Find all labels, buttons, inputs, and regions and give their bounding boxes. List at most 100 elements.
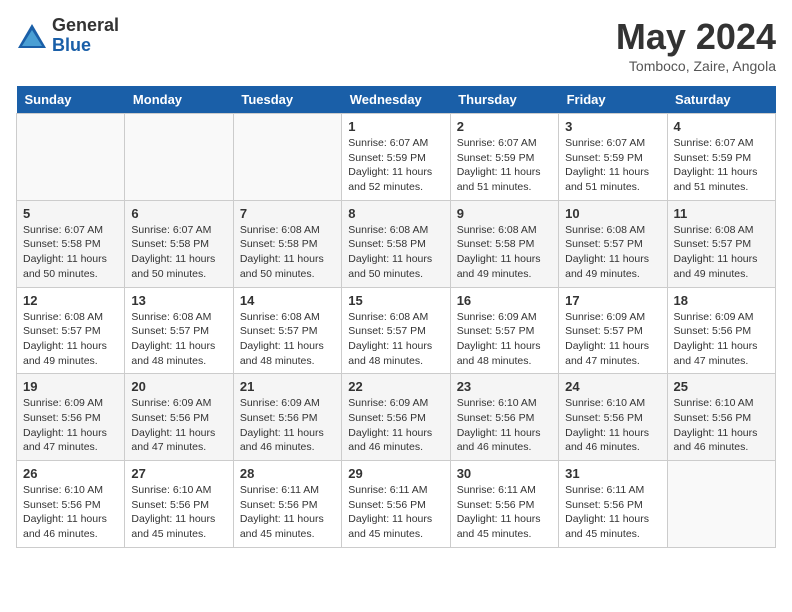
- header-thursday: Thursday: [450, 86, 558, 114]
- calendar-cell: 15 Sunrise: 6:08 AM Sunset: 5:57 PM Dayli…: [342, 287, 450, 374]
- day-number: 3: [565, 119, 660, 134]
- day-detail: Sunrise: 6:08 AM Sunset: 5:58 PM Dayligh…: [240, 223, 335, 282]
- week-row-1: 1 Sunrise: 6:07 AM Sunset: 5:59 PM Daylig…: [17, 114, 776, 201]
- header-monday: Monday: [125, 86, 233, 114]
- day-detail: Sunrise: 6:09 AM Sunset: 5:57 PM Dayligh…: [565, 310, 660, 369]
- day-number: 14: [240, 293, 335, 308]
- calendar-cell: 23 Sunrise: 6:10 AM Sunset: 5:56 PM Dayli…: [450, 374, 558, 461]
- day-detail: Sunrise: 6:10 AM Sunset: 5:56 PM Dayligh…: [674, 396, 769, 455]
- day-number: 5: [23, 206, 118, 221]
- calendar-cell: 10Sunrise: 6:08 AM Sunset: 5:57 PM Dayli…: [559, 200, 667, 287]
- day-detail: Sunrise: 6:07 AM Sunset: 5:59 PM Dayligh…: [348, 136, 443, 195]
- header-sunday: Sunday: [17, 86, 125, 114]
- calendar-cell: 29 Sunrise: 6:11 AM Sunset: 5:56 PM Dayli…: [342, 461, 450, 548]
- calendar-cell: 19Sunrise: 6:09 AM Sunset: 5:56 PM Dayli…: [17, 374, 125, 461]
- day-detail: Sunrise: 6:07 AM Sunset: 5:58 PM Dayligh…: [131, 223, 226, 282]
- day-number: 20: [131, 379, 226, 394]
- day-detail: Sunrise: 6:09 AM Sunset: 5:56 PM Dayligh…: [131, 396, 226, 455]
- week-row-4: 19Sunrise: 6:09 AM Sunset: 5:56 PM Dayli…: [17, 374, 776, 461]
- calendar-cell: 13 Sunrise: 6:08 AM Sunset: 5:57 PM Dayli…: [125, 287, 233, 374]
- day-number: 6: [131, 206, 226, 221]
- calendar-cell: 3 Sunrise: 6:07 AM Sunset: 5:59 PM Daylig…: [559, 114, 667, 201]
- day-detail: Sunrise: 6:09 AM Sunset: 5:57 PM Dayligh…: [457, 310, 552, 369]
- day-detail: Sunrise: 6:07 AM Sunset: 5:59 PM Dayligh…: [457, 136, 552, 195]
- day-number: 28: [240, 466, 335, 481]
- day-number: 22: [348, 379, 443, 394]
- week-row-2: 5 Sunrise: 6:07 AM Sunset: 5:58 PM Daylig…: [17, 200, 776, 287]
- calendar-cell: [233, 114, 341, 201]
- day-number: 11: [674, 206, 769, 221]
- calendar-cell: 30 Sunrise: 6:11 AM Sunset: 5:56 PM Dayli…: [450, 461, 558, 548]
- day-number: 2: [457, 119, 552, 134]
- calendar-cell: 1 Sunrise: 6:07 AM Sunset: 5:59 PM Daylig…: [342, 114, 450, 201]
- header-friday: Friday: [559, 86, 667, 114]
- day-number: 27: [131, 466, 226, 481]
- calendar-cell: 27 Sunrise: 6:10 AM Sunset: 5:56 PM Dayli…: [125, 461, 233, 548]
- calendar-cell: 14 Sunrise: 6:08 AM Sunset: 5:57 PM Dayli…: [233, 287, 341, 374]
- calendar-table: SundayMondayTuesdayWednesdayThursdayFrid…: [16, 86, 776, 548]
- day-detail: Sunrise: 6:08 AM Sunset: 5:57 PM Dayligh…: [131, 310, 226, 369]
- day-detail: Sunrise: 6:08 AM Sunset: 5:57 PM Dayligh…: [674, 223, 769, 282]
- calendar-cell: 4 Sunrise: 6:07 AM Sunset: 5:59 PM Daylig…: [667, 114, 775, 201]
- day-detail: Sunrise: 6:09 AM Sunset: 5:56 PM Dayligh…: [240, 396, 335, 455]
- day-detail: Sunrise: 6:10 AM Sunset: 5:56 PM Dayligh…: [23, 483, 118, 542]
- calendar-cell: 12 Sunrise: 6:08 AM Sunset: 5:57 PM Dayli…: [17, 287, 125, 374]
- logo-blue-text: Blue: [52, 36, 119, 56]
- day-number: 9: [457, 206, 552, 221]
- day-number: 30: [457, 466, 552, 481]
- day-detail: Sunrise: 6:09 AM Sunset: 5:56 PM Dayligh…: [348, 396, 443, 455]
- day-detail: Sunrise: 6:08 AM Sunset: 5:58 PM Dayligh…: [348, 223, 443, 282]
- day-detail: Sunrise: 6:10 AM Sunset: 5:56 PM Dayligh…: [565, 396, 660, 455]
- calendar-cell: 9Sunrise: 6:08 AM Sunset: 5:58 PM Daylig…: [450, 200, 558, 287]
- calendar-cell: 26Sunrise: 6:10 AM Sunset: 5:56 PM Dayli…: [17, 461, 125, 548]
- day-detail: Sunrise: 6:08 AM Sunset: 5:57 PM Dayligh…: [240, 310, 335, 369]
- day-number: 17: [565, 293, 660, 308]
- day-number: 23: [457, 379, 552, 394]
- week-row-3: 12 Sunrise: 6:08 AM Sunset: 5:57 PM Dayli…: [17, 287, 776, 374]
- day-number: 21: [240, 379, 335, 394]
- day-detail: Sunrise: 6:07 AM Sunset: 5:58 PM Dayligh…: [23, 223, 118, 282]
- day-number: 16: [457, 293, 552, 308]
- day-detail: Sunrise: 6:08 AM Sunset: 5:57 PM Dayligh…: [348, 310, 443, 369]
- calendar-cell: 6 Sunrise: 6:07 AM Sunset: 5:58 PM Daylig…: [125, 200, 233, 287]
- calendar-cell: 24 Sunrise: 6:10 AM Sunset: 5:56 PM Dayli…: [559, 374, 667, 461]
- logo-icon: [16, 22, 48, 50]
- day-detail: Sunrise: 6:07 AM Sunset: 5:59 PM Dayligh…: [674, 136, 769, 195]
- day-detail: Sunrise: 6:10 AM Sunset: 5:56 PM Dayligh…: [457, 396, 552, 455]
- day-detail: Sunrise: 6:11 AM Sunset: 5:56 PM Dayligh…: [240, 483, 335, 542]
- day-detail: Sunrise: 6:09 AM Sunset: 5:56 PM Dayligh…: [23, 396, 118, 455]
- header-tuesday: Tuesday: [233, 86, 341, 114]
- month-title: May 2024: [616, 16, 776, 58]
- calendar-cell: 2 Sunrise: 6:07 AM Sunset: 5:59 PM Daylig…: [450, 114, 558, 201]
- day-number: 29: [348, 466, 443, 481]
- day-number: 15: [348, 293, 443, 308]
- week-row-5: 26Sunrise: 6:10 AM Sunset: 5:56 PM Dayli…: [17, 461, 776, 548]
- logo-general-text: General: [52, 16, 119, 36]
- calendar-cell: 21 Sunrise: 6:09 AM Sunset: 5:56 PM Dayli…: [233, 374, 341, 461]
- day-detail: Sunrise: 6:08 AM Sunset: 5:57 PM Dayligh…: [565, 223, 660, 282]
- header-row: SundayMondayTuesdayWednesdayThursdayFrid…: [17, 86, 776, 114]
- day-detail: Sunrise: 6:10 AM Sunset: 5:56 PM Dayligh…: [131, 483, 226, 542]
- day-number: 1: [348, 119, 443, 134]
- calendar-cell: 16 Sunrise: 6:09 AM Sunset: 5:57 PM Dayli…: [450, 287, 558, 374]
- day-number: 24: [565, 379, 660, 394]
- day-detail: Sunrise: 6:11 AM Sunset: 5:56 PM Dayligh…: [457, 483, 552, 542]
- day-number: 4: [674, 119, 769, 134]
- day-number: 13: [131, 293, 226, 308]
- calendar-cell: 5 Sunrise: 6:07 AM Sunset: 5:58 PM Daylig…: [17, 200, 125, 287]
- calendar-cell: 28 Sunrise: 6:11 AM Sunset: 5:56 PM Dayli…: [233, 461, 341, 548]
- calendar-cell: 18Sunrise: 6:09 AM Sunset: 5:56 PM Dayli…: [667, 287, 775, 374]
- day-detail: Sunrise: 6:08 AM Sunset: 5:57 PM Dayligh…: [23, 310, 118, 369]
- day-detail: Sunrise: 6:11 AM Sunset: 5:56 PM Dayligh…: [348, 483, 443, 542]
- title-block: May 2024 Tomboco, Zaire, Angola: [616, 16, 776, 74]
- calendar-cell: [125, 114, 233, 201]
- day-number: 12: [23, 293, 118, 308]
- logo: General Blue: [16, 16, 119, 56]
- calendar-cell: 22 Sunrise: 6:09 AM Sunset: 5:56 PM Dayli…: [342, 374, 450, 461]
- day-detail: Sunrise: 6:07 AM Sunset: 5:59 PM Dayligh…: [565, 136, 660, 195]
- calendar-cell: [667, 461, 775, 548]
- header-wednesday: Wednesday: [342, 86, 450, 114]
- calendar-cell: 31Sunrise: 6:11 AM Sunset: 5:56 PM Dayli…: [559, 461, 667, 548]
- calendar-cell: [17, 114, 125, 201]
- page-header: General Blue May 2024 Tomboco, Zaire, An…: [16, 16, 776, 74]
